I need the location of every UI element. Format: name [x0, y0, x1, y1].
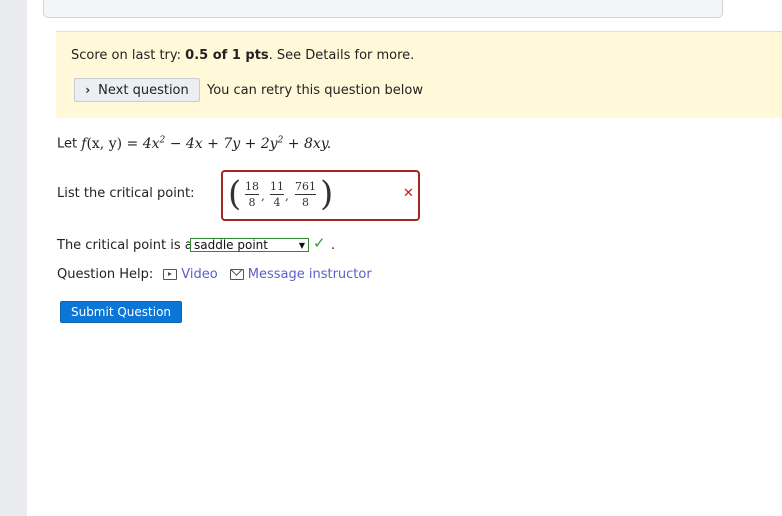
fraction-1-num: 18	[245, 180, 259, 193]
chevron-down-icon: ▼	[298, 240, 305, 250]
question-help: Question Help: Video Message instructor	[57, 267, 378, 282]
classification-selected: saddle point	[194, 238, 268, 252]
fraction-3: 761 8	[295, 180, 316, 209]
score-prefix: Score on last try:	[71, 48, 186, 63]
term-3: + 8xy.	[283, 135, 332, 152]
message-instructor-link[interactable]: Message instructor	[229, 267, 372, 282]
fraction-1: 18 8	[245, 180, 259, 209]
next-question-label: Next question	[98, 82, 189, 98]
video-link[interactable]: Video	[163, 267, 218, 282]
fraction-2-num: 11	[270, 180, 284, 193]
score-value: 0.5 of 1 pts	[185, 48, 269, 63]
next-question-button[interactable]: › Next question	[74, 78, 200, 102]
mail-icon	[229, 269, 244, 280]
problem-let: Let	[57, 136, 78, 152]
score-suffix: . See Details for more.	[268, 48, 415, 63]
critical-point-label: List the critical point:	[57, 186, 195, 201]
message-instructor-label: Message instructor	[247, 267, 372, 282]
comma: ,	[261, 189, 265, 203]
function-expression: f(x, y) = 4x2 − 4x + 7y + 2y2 + 8xy.	[81, 135, 332, 152]
score-text: Score on last try: 0.5 of 1 pts. See Det…	[71, 48, 414, 63]
fraction-bar	[245, 194, 259, 195]
term-2: − 4x + 7y + 2y	[165, 135, 278, 152]
classification-select[interactable]: saddle point ▼	[190, 238, 309, 252]
equals-sign: =	[122, 135, 143, 152]
comma: ,	[285, 189, 289, 203]
video-icon	[163, 269, 178, 280]
fraction-3-num: 761	[295, 180, 316, 193]
period: .	[331, 238, 336, 253]
classification-label: The critical point is a	[57, 238, 193, 253]
fraction-2-den: 4	[273, 196, 281, 209]
chevron-right-icon: ›	[85, 83, 91, 97]
function-args: (x, y)	[86, 135, 123, 152]
critical-point-answer-field[interactable]: ( 18 8 , 11 4 , 761 8 )	[221, 170, 420, 221]
page: Score on last try: 0.5 of 1 pts. See Det…	[27, 0, 782, 516]
fraction-2: 11 4	[270, 180, 284, 209]
fraction-3-den: 8	[302, 196, 309, 209]
x-mark-icon: ✕	[403, 186, 414, 201]
question-help-label: Question Help:	[57, 267, 154, 282]
video-link-label: Video	[181, 267, 218, 282]
previous-card	[43, 0, 723, 18]
right-paren: )	[320, 174, 334, 214]
score-alert: Score on last try: 0.5 of 1 pts. See Det…	[56, 31, 782, 118]
fraction-bar	[295, 194, 316, 195]
check-icon: ✓	[313, 234, 326, 252]
retry-text: You can retry this question below	[207, 83, 423, 98]
fraction-bar	[270, 194, 284, 195]
problem-statement: Let f(x, y) = 4x2 − 4x + 7y + 2y2 + 8xy.	[57, 135, 331, 152]
fraction-1-den: 8	[248, 196, 256, 209]
left-paren: (	[228, 174, 242, 214]
term-1: 4x	[142, 135, 160, 152]
submit-question-button[interactable]: Submit Question	[60, 301, 182, 323]
